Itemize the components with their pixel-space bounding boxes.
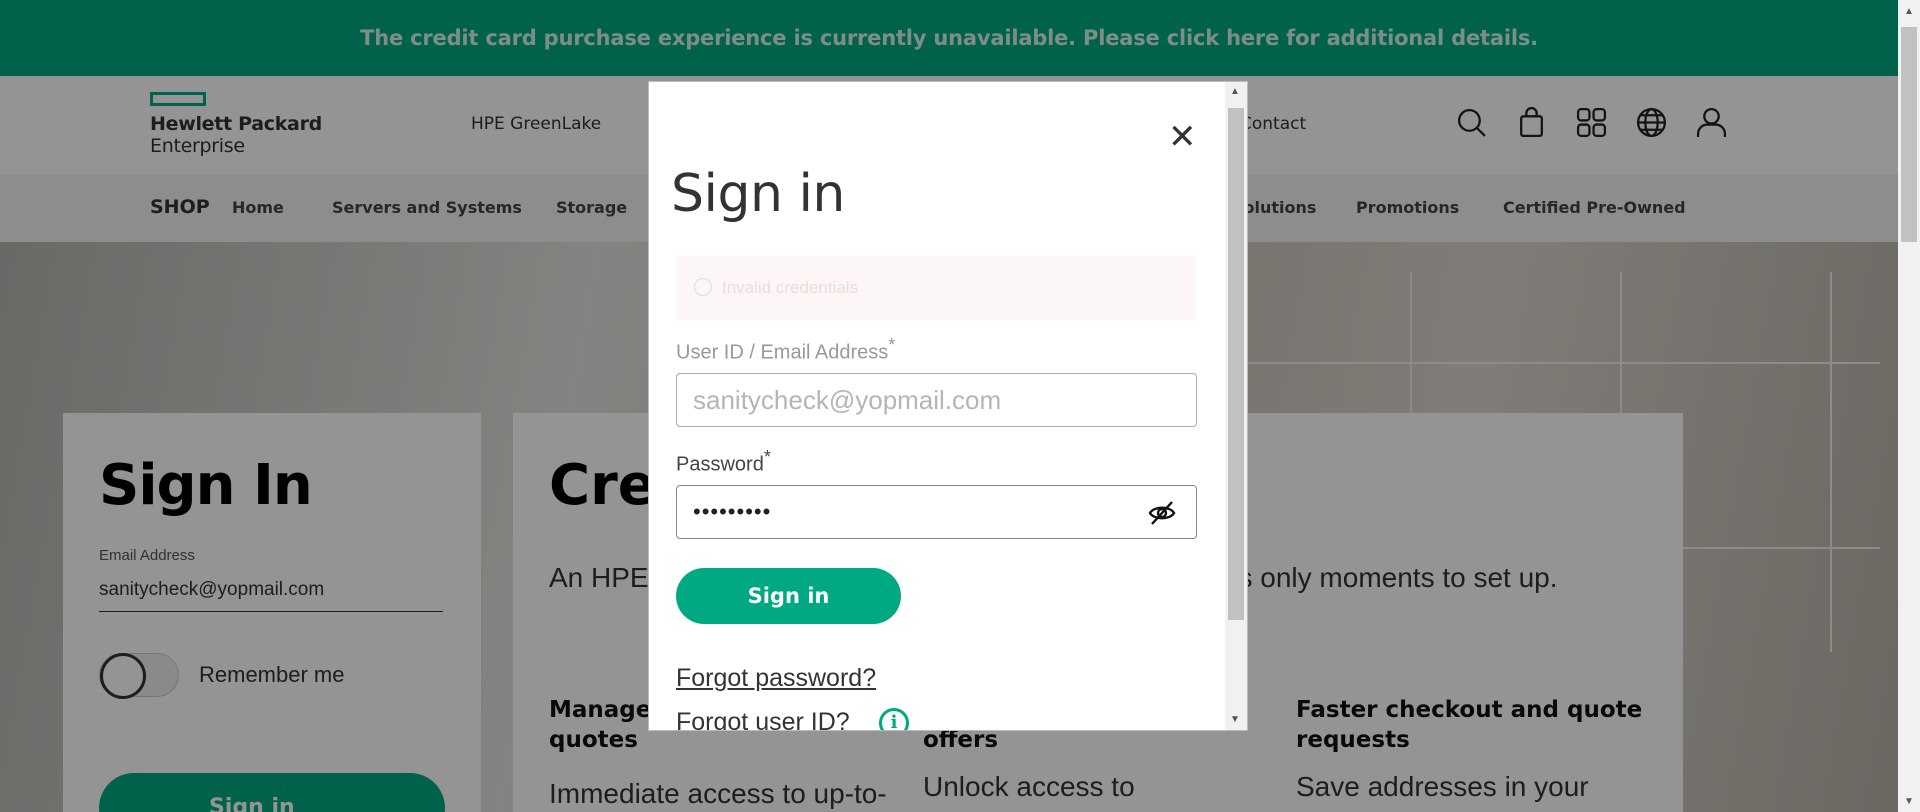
scroll-down-arrow-icon[interactable]: ▼ [1904, 796, 1914, 807]
password-value: ••••••••• [693, 499, 772, 524]
page-scrollbar[interactable]: ▲ ▼ [1898, 0, 1920, 812]
scroll-down-arrow-icon[interactable]: ▼ [1230, 714, 1240, 725]
scroll-up-arrow-icon[interactable]: ▲ [1230, 86, 1240, 97]
userid-label: User ID / Email Address* [676, 335, 895, 365]
userid-label-text: User ID / Email Address [676, 341, 889, 364]
info-icon[interactable]: i [879, 708, 909, 730]
password-input[interactable]: ••••••••• [676, 485, 1197, 539]
password-label-text: Password [676, 453, 764, 476]
signin-modal: ✕ Sign in Invalid credentials User ID / … [648, 81, 1248, 731]
modal-signin-button[interactable]: Sign in [676, 568, 901, 624]
required-mark: * [888, 335, 896, 355]
scroll-up-arrow-icon[interactable]: ▲ [1904, 6, 1914, 17]
modal-signin-button-label: Sign in [747, 584, 830, 608]
page-scrollbar-thumb[interactable] [1901, 27, 1917, 242]
alert-text: Invalid credentials [722, 278, 859, 297]
required-mark: * [763, 447, 771, 467]
hide-password-icon[interactable] [1148, 499, 1176, 527]
modal-scrollbar[interactable]: ▲ ▼ [1225, 82, 1247, 730]
modal-scrollbar-thumb[interactable] [1228, 108, 1244, 620]
forgot-password-link[interactable]: Forgot password? [676, 664, 876, 693]
alert-icon [694, 278, 712, 296]
close-icon[interactable]: ✕ [1168, 120, 1197, 154]
password-label: Password* [676, 447, 771, 477]
userid-input[interactable]: sanitycheck@yopmail.com [676, 373, 1197, 427]
modal-title: Sign in [671, 164, 845, 224]
forgot-userid-link[interactable]: Forgot user ID? [676, 708, 850, 730]
error-alert: Invalid credentials [676, 256, 1196, 320]
